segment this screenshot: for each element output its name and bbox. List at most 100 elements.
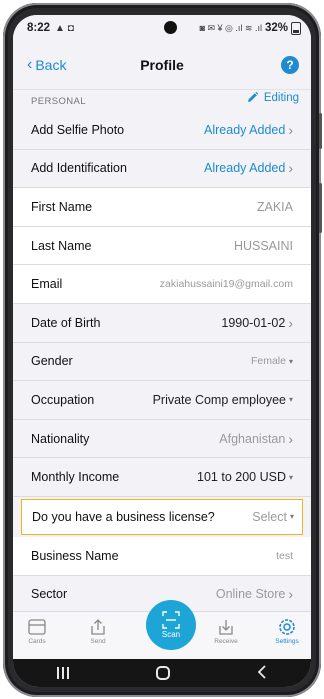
chevron-right-icon: ›: [288, 160, 293, 177]
row-last-name[interactable]: Last Name HUSSAINI: [13, 226, 311, 266]
system-back-button[interactable]: [257, 664, 267, 682]
field-value: Female ▾: [251, 355, 293, 367]
row-occupation[interactable]: Occupation Private Comp employee ▾: [13, 381, 311, 420]
row-first-name[interactable]: First Name ZAKIA: [13, 188, 311, 227]
phone-frame: 8:22 ▲ ◘ ◙ ✉ ¥ ◎ .ıl ≋ .ıl 32% ‹ Back Pr…: [3, 3, 322, 697]
dropdown-caret-icon: ▾: [289, 512, 294, 522]
gender-value: Female: [250, 355, 286, 368]
chevron-right-icon: ›: [288, 430, 293, 447]
tab-send-label: Send: [90, 638, 106, 645]
tab-settings[interactable]: Settings: [267, 618, 307, 645]
send-icon: [91, 619, 105, 635]
tab-send[interactable]: Send: [78, 618, 118, 645]
recents-bar-icon: [61, 667, 64, 679]
field-label: Gender: [31, 354, 73, 369]
field-value: Private Comp employee ▾: [153, 393, 293, 407]
editing-button[interactable]: Editing: [246, 91, 299, 104]
scan-button[interactable]: Scan: [146, 600, 196, 650]
field-value: Already Added ›: [204, 160, 293, 176]
row-gender[interactable]: Gender Female ▾: [13, 342, 311, 382]
row-add-identification[interactable]: Add Identification Already Added ›: [13, 149, 311, 189]
first-name-value: ZAKIA: [256, 199, 293, 214]
chevron-right-icon: ›: [288, 121, 293, 138]
power-button: [319, 183, 322, 233]
editing-label: Editing: [263, 91, 299, 104]
business-license-select[interactable]: Select ▾: [252, 510, 294, 524]
field-label: Monthly Income: [31, 470, 120, 485]
row-nationality[interactable]: Nationality Afghanistan ›: [13, 419, 311, 459]
email-value: zakiahussaini19@gmail.com: [159, 278, 293, 291]
row-business-name[interactable]: Business Name test: [13, 536, 311, 576]
row-date-of-birth[interactable]: Date of Birth 1990-01-02 ›: [13, 303, 311, 343]
scan-label: Scan: [161, 630, 181, 639]
status-right-icons: ◙ ✉ ¥ ◎ .ıl ≋ .ıl: [199, 22, 262, 33]
receive-icon: [219, 620, 233, 635]
field-value: Afghanistan ›: [219, 431, 293, 447]
last-name-value: HUSSAINI: [233, 238, 293, 253]
tab-cards[interactable]: Cards: [17, 618, 57, 645]
status-right: ◙ ✉ ¥ ◎ .ıl ≋ .ıl 32%: [199, 21, 301, 35]
field-value: Already Added ›: [204, 122, 293, 138]
status-time: 8:22: [27, 22, 51, 34]
recents-bar-icon: [56, 667, 59, 679]
dropdown-caret-icon: ▾: [288, 472, 293, 482]
chevron-right-icon: ›: [288, 314, 293, 331]
occupation-value: Private Comp employee: [152, 392, 286, 407]
field-label: First Name: [31, 199, 93, 214]
section-header: PERSONAL Editing: [13, 89, 311, 111]
system-navigation-bar: [13, 659, 311, 687]
identification-status: Already Added: [204, 161, 286, 176]
field-label: Do you have a business license?: [32, 509, 215, 524]
monthly-income-value: 101 to 200 USD: [197, 470, 286, 485]
recents-bar-icon: [66, 667, 69, 679]
navigation-bar: ‹ Back Profile ?: [13, 41, 311, 89]
recents-button[interactable]: [56, 667, 69, 679]
tab-receive[interactable]: Receive: [206, 618, 246, 645]
screen: 8:22 ▲ ◘ ◙ ✉ ¥ ◎ .ıl ≋ .ıl 32% ‹ Back Pr…: [13, 15, 311, 687]
row-business-license[interactable]: Do you have a business license? Select ▾: [21, 498, 303, 535]
field-value: Online Store ›: [216, 586, 293, 602]
help-button[interactable]: ?: [281, 56, 299, 74]
tab-receive-label: Receive: [214, 638, 238, 645]
business-license-value: Select: [252, 509, 287, 524]
tab-bar: Cards Send Scan Receive Settings: [13, 600, 311, 659]
field-label: Last Name: [31, 238, 92, 253]
chevron-left-icon: [258, 664, 266, 679]
tab-cards-label: Cards: [28, 638, 46, 645]
front-camera: [164, 21, 177, 34]
field-label: Add Identification: [31, 161, 127, 176]
chevron-right-icon: ›: [288, 586, 293, 603]
field-label: Email: [31, 277, 63, 292]
battery-percentage: 32%: [264, 22, 288, 34]
date-of-birth-value: 1990-01-02: [221, 315, 286, 330]
volume-button: [319, 113, 322, 149]
scan-icon: [162, 611, 180, 629]
field-label: Add Selfie Photo: [31, 122, 125, 137]
pencil-icon: [247, 91, 259, 102]
nationality-value: Afghanistan: [219, 431, 286, 446]
dropdown-caret-icon: ▾: [288, 356, 293, 366]
profile-fields: Add Selfie Photo Already Added › Add Ide…: [13, 111, 311, 615]
row-email[interactable]: Email zakiahussaini19@gmail.com: [13, 265, 311, 304]
field-label: Occupation: [31, 392, 95, 407]
tab-settings-label: Settings: [275, 638, 299, 645]
field-value: 101 to 200 USD ▾: [197, 470, 293, 484]
battery-icon: [291, 21, 301, 35]
field-label: Business Name: [31, 548, 119, 563]
status-bar: 8:22 ▲ ◘ ◙ ✉ ¥ ◎ .ıl ≋ .ıl 32%: [13, 15, 311, 41]
dropdown-caret-icon: ▾: [288, 395, 293, 405]
selfie-status: Already Added: [204, 122, 286, 137]
field-value: 1990-01-02 ›: [221, 315, 293, 331]
cards-icon: [28, 619, 46, 635]
gear-icon: [279, 619, 295, 635]
page-title: Profile: [140, 57, 184, 73]
field-label: Sector: [31, 587, 68, 602]
row-add-selfie-photo[interactable]: Add Selfie Photo Already Added ›: [13, 111, 311, 150]
business-name-value: test: [276, 549, 293, 562]
field-label: Nationality: [31, 431, 90, 446]
sector-value: Online Store: [215, 587, 286, 602]
home-button[interactable]: [155, 666, 170, 680]
status-left-icons: ▲ ◘: [55, 22, 74, 34]
row-monthly-income[interactable]: Monthly Income 101 to 200 USD ▾: [13, 458, 311, 497]
section-label: PERSONAL: [31, 96, 86, 107]
